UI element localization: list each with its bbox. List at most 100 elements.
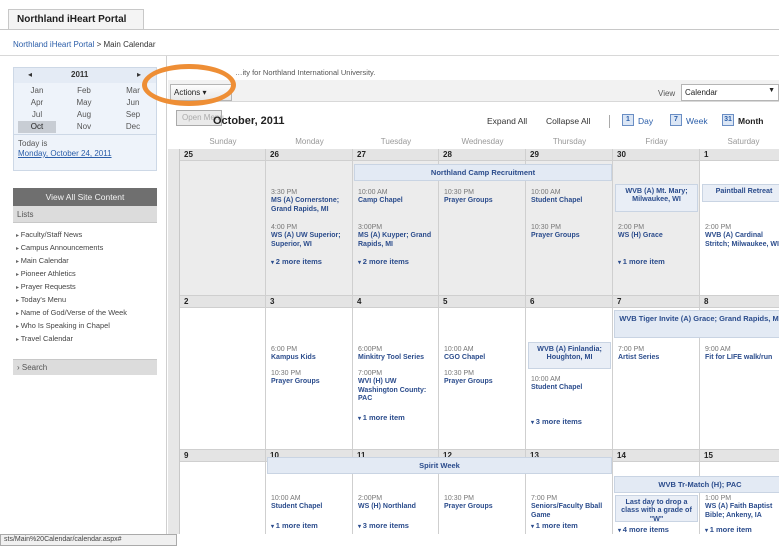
list-item-faculty-staff-news[interactable]: Faculty/Staff News xyxy=(16,230,82,239)
search-link[interactable]: › Search xyxy=(13,359,157,375)
event-time: 10:00 AM xyxy=(444,346,474,353)
event-item[interactable]: 10:30 PM Prayer Groups xyxy=(444,495,522,512)
day-cell[interactable]: 26 xyxy=(266,149,353,296)
event-box[interactable]: WVB (A) Mt. Mary; Milwaukee, WI xyxy=(615,184,698,212)
event-item[interactable]: 3:00PM MS (A) Kuyper; Grand Rapids, MI xyxy=(358,224,436,249)
event-item[interactable]: 3:30 PM MS (A) Cornerstone; Grand Rapids… xyxy=(271,189,349,214)
list-item-prayer-requests[interactable]: Prayer Requests xyxy=(16,282,76,291)
day-number: 29 xyxy=(526,149,612,161)
month-feb[interactable]: Feb xyxy=(65,85,103,97)
event-item[interactable]: 10:00 AM Student Chapel xyxy=(271,495,349,512)
day-view-icon[interactable]: 1 xyxy=(622,114,634,126)
day-cell[interactable]: 2 xyxy=(180,296,266,450)
event-band[interactable]: Spirit Week xyxy=(267,457,612,474)
month-may[interactable]: May xyxy=(65,97,103,109)
month-oct[interactable]: Oct xyxy=(18,121,56,133)
day-cell[interactable]: 30 xyxy=(613,149,700,296)
event-item[interactable]: 7:00 PM Artist Series xyxy=(618,346,696,363)
event-item[interactable]: 6:00 PM Kampus Kids xyxy=(271,346,349,363)
list-item-pioneer-athletics[interactable]: Pioneer Athletics xyxy=(16,269,76,278)
day-number: 2 xyxy=(180,296,265,308)
event-box[interactable]: WVB (A) Finlandia; Houghton, MI xyxy=(528,342,611,369)
next-year-icon[interactable]: ▸ xyxy=(137,70,141,79)
month-nov[interactable]: Nov xyxy=(65,121,103,133)
event-item[interactable]: 2:00 PM WVB (A) Cardinal Stritch; Milwau… xyxy=(705,224,779,249)
more-items-link[interactable]: 1 more item xyxy=(531,521,578,530)
event-item[interactable]: 10:30 PM Prayer Groups xyxy=(444,370,522,387)
more-items-link[interactable]: 2 more items xyxy=(271,257,322,266)
week-view-link[interactable]: Week xyxy=(686,116,708,126)
event-time: 1:00 PM xyxy=(705,495,732,502)
prev-year-icon[interactable]: ◂ xyxy=(28,70,32,79)
list-item-who-is-speaking[interactable]: Who Is Speaking in Chapel xyxy=(16,321,110,330)
event-item[interactable]: 10:00 AM Student Chapel xyxy=(531,376,609,393)
event-item[interactable]: 7:00PM WVI (H) UW Washington County: PAC xyxy=(358,370,436,403)
event-item[interactable]: 4:00 PM WS (A) UW Superior; Superior, WI xyxy=(271,224,349,249)
list-item-main-calendar[interactable]: Main Calendar xyxy=(16,256,69,265)
view-all-site-content-link[interactable]: View All Site Content xyxy=(13,188,157,206)
event-item[interactable]: 2:00 PM WS (H) Grace xyxy=(618,224,696,241)
portal-title-tab[interactable]: Northland iHeart Portal xyxy=(8,9,144,30)
calendar-gutter xyxy=(168,149,180,534)
event-item[interactable]: 10:00 AM CGO Chapel xyxy=(444,346,522,363)
event-item[interactable]: 9:00 AM Fit for LIFE walk/run xyxy=(705,346,779,363)
more-items-link[interactable]: 2 more items xyxy=(358,257,409,266)
event-item[interactable]: 10:30 PM Prayer Groups xyxy=(444,189,522,206)
event-band[interactable]: Northland Camp Recruitment xyxy=(354,164,612,181)
event-title: Student Chapel xyxy=(271,503,323,511)
event-item[interactable]: 10:30 PM Prayer Groups xyxy=(271,370,349,387)
event-title: Prayer Groups xyxy=(444,503,493,511)
event-title: Prayer Groups xyxy=(444,378,493,386)
month-jul[interactable]: Jul xyxy=(18,109,56,121)
event-band[interactable]: WVB Tr-Match (H); PAC xyxy=(614,476,779,493)
more-items-link[interactable]: 3 more items xyxy=(531,417,582,426)
lists-header[interactable]: Lists xyxy=(13,206,157,223)
month-jun[interactable]: Jun xyxy=(114,97,152,109)
event-box[interactable]: Last day to drop a class with a grade of… xyxy=(615,495,698,522)
day-view-link[interactable]: Day xyxy=(638,116,653,126)
month-view-link[interactable]: Month xyxy=(738,116,764,126)
breadcrumb-root-link[interactable]: Northland iHeart Portal xyxy=(13,40,94,49)
month-sep[interactable]: Sep xyxy=(114,109,152,121)
event-item[interactable]: 7:00 PM Seniors/Faculty Bball Game xyxy=(531,495,609,520)
event-item[interactable]: 6:00PM Minkitry Tool Series xyxy=(358,346,436,363)
list-item-travel-calendar[interactable]: Travel Calendar xyxy=(16,334,73,343)
event-item[interactable]: 10:00 AM Camp Chapel xyxy=(358,189,436,206)
event-item[interactable]: 10:30 PM Prayer Groups xyxy=(531,224,609,241)
event-band[interactable]: WVB Tiger Invite (A) Grace; Grand Rapids… xyxy=(614,310,779,338)
event-item[interactable]: 10:00 AM Student Chapel xyxy=(531,189,609,206)
month-aug[interactable]: Aug xyxy=(65,109,103,121)
more-items-link[interactable]: 3 more items xyxy=(358,521,409,530)
more-items-link[interactable]: 1 more item xyxy=(705,525,752,534)
today-link[interactable]: Monday, October 24, 2011 xyxy=(18,149,112,158)
month-dec[interactable]: Dec xyxy=(114,121,152,133)
expand-all-link[interactable]: Expand All xyxy=(487,116,527,126)
day-cell[interactable]: 6 xyxy=(526,296,613,450)
more-items-link[interactable]: 1 more item xyxy=(271,521,318,530)
view-select[interactable]: Calendar ▼ xyxy=(681,84,779,101)
list-item-todays-menu[interactable]: Today's Menu xyxy=(16,295,66,304)
collapse-all-link[interactable]: Collapse All xyxy=(546,116,590,126)
day-number: 15 xyxy=(700,450,779,462)
list-item-campus-announcements[interactable]: Campus Announcements xyxy=(16,243,104,252)
month-view-icon[interactable]: 31 xyxy=(722,114,734,126)
chevron-down-icon: ▼ xyxy=(768,87,775,94)
list-item-name-of-god[interactable]: Name of God/Verse of the Week xyxy=(16,308,127,317)
event-title: WS (H) Grace xyxy=(618,232,663,240)
more-items-link[interactable]: 4 more items xyxy=(618,525,669,534)
date-picker-year: 2011 xyxy=(71,70,89,79)
day-number: 4 xyxy=(353,296,438,308)
event-item[interactable]: 1:00 PM WS (A) Faith Baptist Bible; Anke… xyxy=(705,495,779,520)
month-apr[interactable]: Apr xyxy=(18,97,56,109)
more-items-link[interactable]: 1 more item xyxy=(358,413,405,422)
day-cell[interactable]: 25 xyxy=(180,149,266,296)
day-cell[interactable]: 1 xyxy=(700,149,779,296)
event-item[interactable]: 2:00PM WS (H) Northland xyxy=(358,495,436,512)
month-jan[interactable]: Jan xyxy=(18,85,56,97)
event-box[interactable]: Paintball Retreat xyxy=(702,184,779,202)
day-cell[interactable]: 9 xyxy=(180,450,266,534)
week-view-icon[interactable]: 7 xyxy=(670,114,682,126)
event-title: WS (A) Faith Baptist Bible; Ankeny, IA xyxy=(705,503,773,519)
day-number: 25 xyxy=(180,149,265,161)
more-items-link[interactable]: 1 more item xyxy=(618,257,665,266)
